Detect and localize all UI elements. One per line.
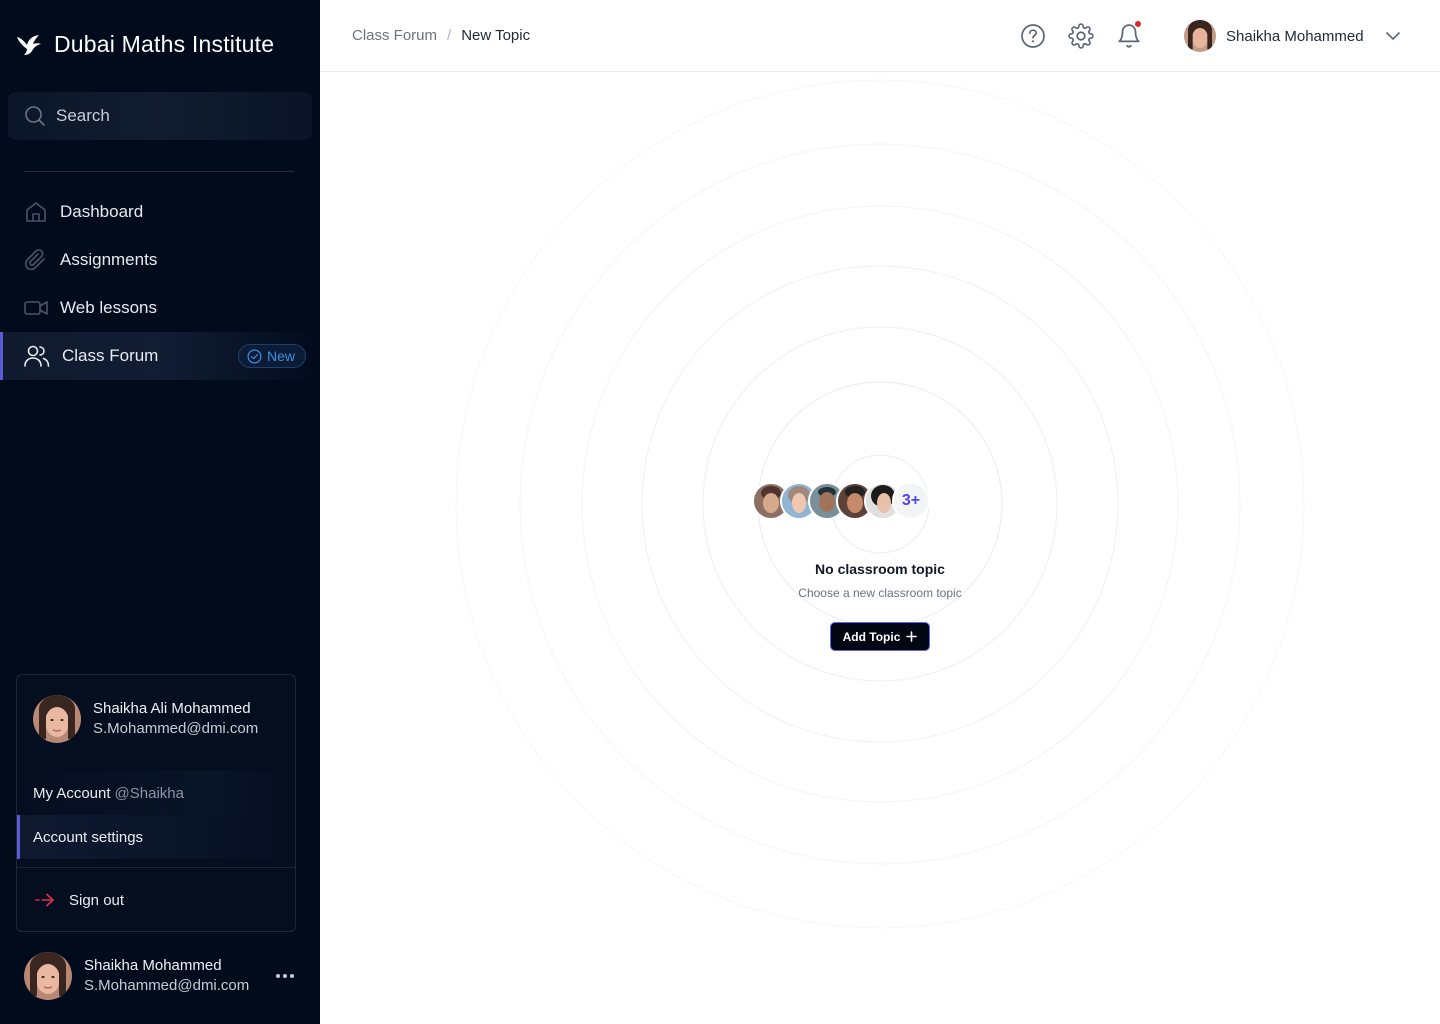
sidebar-item-dashboard[interactable]: Dashboard	[0, 188, 320, 236]
avatar	[33, 695, 81, 743]
top-header: Class Forum / New Topic Shaikha Mohammed	[320, 0, 1440, 72]
app-name: Dubai Maths Institute	[54, 31, 275, 57]
sidebar-item-label: Dashboard	[60, 202, 144, 221]
sidebar-item-label: Web lessons	[60, 298, 158, 317]
account-settings-label: Account settings	[33, 828, 144, 846]
breadcrumb-new-topic: New Topic	[461, 27, 531, 44]
my-account-item[interactable]: My Account @Shaikha	[17, 771, 295, 815]
arrow-right-icon	[35, 893, 54, 907]
sidebar-user[interactable]: Shaikha Mohammed S.Mohammed@dmi.com	[24, 952, 304, 1000]
check-circle-icon	[247, 349, 262, 363]
header-user-name: Shaikha Mohammed	[1226, 27, 1364, 45]
account-menu: Shaikha Ali Mohammed S.Mohammed@dmi.com …	[16, 674, 296, 932]
new-badge: New	[237, 344, 306, 368]
plus-icon	[906, 631, 918, 642]
breadcrumb-class-forum[interactable]: Class Forum	[352, 27, 437, 44]
sidebar-item-class-forum[interactable]: Class Forum New	[0, 332, 320, 380]
sidebar-item-assignments[interactable]: Assignments	[0, 236, 320, 284]
avatar-overflow-count: 3+	[892, 482, 930, 520]
settings-button[interactable]	[1067, 22, 1095, 50]
help-button[interactable]	[1019, 22, 1047, 50]
notifications-button[interactable]	[1115, 20, 1143, 50]
account-settings-item[interactable]: Account settings	[17, 815, 295, 859]
sidebar-user-email: S.Mohammed@dmi.com	[84, 977, 250, 994]
notification-dot	[1134, 20, 1142, 28]
sidebar-item-web-lessons[interactable]: Web lessons	[0, 284, 320, 332]
avatar-group: 3+	[752, 482, 930, 520]
avatar	[1184, 20, 1216, 52]
video-icon	[24, 301, 48, 315]
account-menu-user: Shaikha Ali Mohammed S.Mohammed@dmi.com	[33, 695, 258, 743]
account-user-name: Shaikha Ali Mohammed	[93, 700, 251, 717]
menu-divider	[17, 867, 295, 868]
sidebar-item-label: Class Forum	[62, 346, 159, 365]
home-icon	[26, 202, 46, 222]
header-user-menu[interactable]: Shaikha Mohammed	[1184, 20, 1402, 52]
sign-out-button[interactable]: Sign out	[17, 878, 295, 922]
my-account-label: My Account	[33, 784, 111, 802]
empty-state-subtitle: Choose a new classroom topic	[798, 586, 962, 600]
app-logo[interactable]: Dubai Maths Institute	[16, 31, 274, 58]
search-placeholder: Search	[56, 106, 110, 125]
add-topic-label: Add Topic	[842, 629, 901, 644]
breadcrumb-separator: /	[447, 27, 452, 44]
sign-out-label: Sign out	[69, 891, 125, 909]
account-user-email: S.Mohammed@dmi.com	[93, 720, 259, 737]
chevron-down-icon	[1385, 32, 1400, 40]
breadcrumb: Class Forum / New Topic	[352, 27, 530, 44]
add-topic-button[interactable]: Add Topic	[830, 622, 930, 651]
main-content: 3+ No classroom topic Choose a new class…	[320, 72, 1440, 1024]
paperclip-icon	[24, 249, 45, 271]
avatar	[24, 952, 72, 1000]
sidebar-divider	[24, 171, 294, 172]
bird-logo-icon	[17, 34, 41, 55]
sidebar-nav: Dashboard Assignments Web lessons Class …	[0, 188, 320, 380]
sidebar: Dubai Maths Institute Search Dashboard A…	[0, 0, 320, 1024]
gear-icon	[1068, 23, 1094, 49]
badge-label: New	[266, 348, 295, 364]
sidebar-item-label: Assignments	[60, 250, 158, 269]
help-circle-icon	[1021, 24, 1045, 48]
more-options-icon[interactable]	[276, 974, 294, 978]
search-input[interactable]: Search	[8, 92, 312, 140]
empty-state-title: No classroom topic	[815, 561, 945, 577]
my-account-handle: @Shaikha	[114, 784, 184, 802]
sidebar-user-name: Shaikha Mohammed	[84, 957, 222, 974]
search-icon	[25, 106, 45, 126]
background-rings	[455, 79, 1305, 929]
users-icon	[24, 345, 50, 367]
